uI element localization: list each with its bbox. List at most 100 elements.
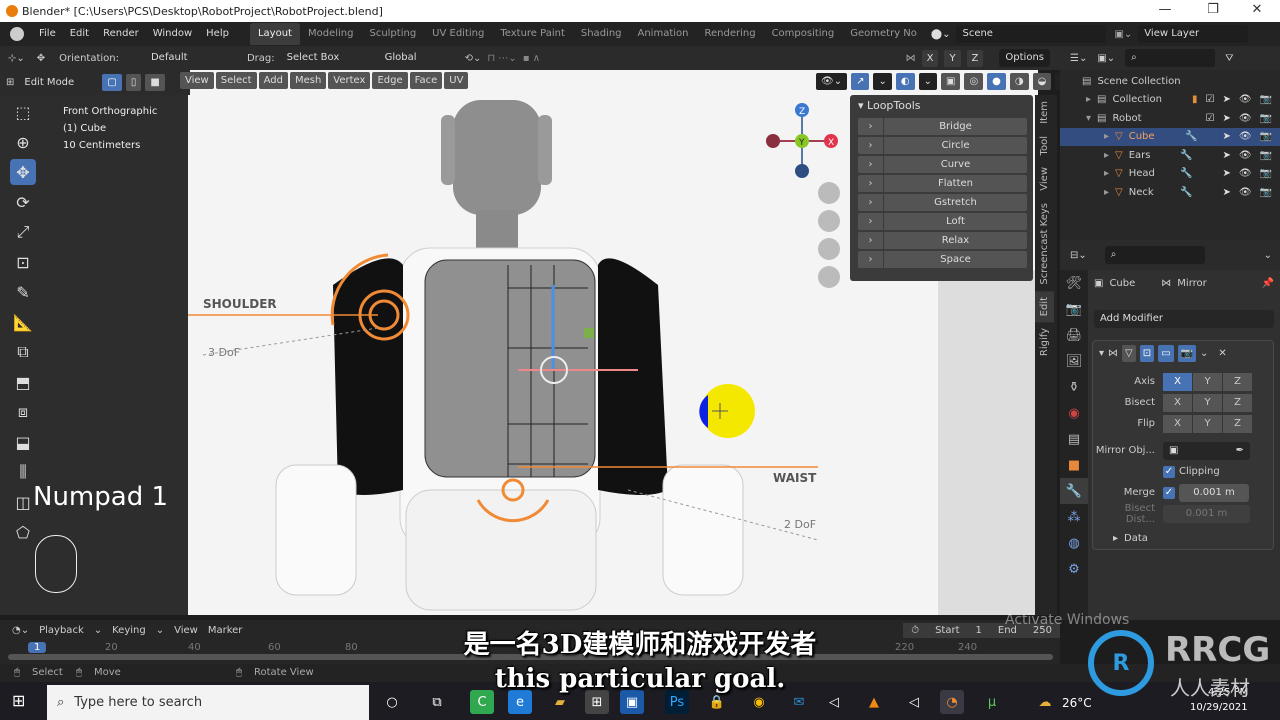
material-shading-icon[interactable]: ◑: [1009, 73, 1029, 90]
menu-file[interactable]: File: [32, 22, 63, 46]
outliner-row-head[interactable]: ▸ ▽ Head 🔧 ➤ 👁 📷: [1060, 165, 1280, 184]
rotate-tool-icon[interactable]: ⟳: [10, 189, 36, 215]
outliner-display-mode-icon[interactable]: ☰⌄: [1070, 53, 1087, 64]
properties-editor-type-icon[interactable]: ⊟⌄: [1070, 250, 1087, 261]
workspace-tab-shading[interactable]: Shading: [573, 23, 630, 45]
view-layer-selector[interactable]: View Layer: [1138, 25, 1249, 43]
outliner-row-cube[interactable]: ▸ ▽ Cube 🔧 ➤ 👁 📷: [1060, 127, 1280, 146]
properties-search-input[interactable]: ⌕: [1104, 246, 1205, 264]
move-tool-icon[interactable]: ✥: [10, 159, 36, 185]
rendered-shading-icon[interactable]: ◒: [1032, 73, 1052, 90]
looptools-circle[interactable]: › Circle: [858, 137, 1027, 154]
clipping-checkbox[interactable]: ✓: [1163, 465, 1175, 478]
outliner-row-robot[interactable]: ▾ ▤ Robot ☑ ➤ 👁 📷: [1060, 109, 1280, 128]
output-properties-tab-icon[interactable]: 🖨: [1060, 322, 1088, 348]
properties-options-icon[interactable]: ⌄: [1264, 250, 1272, 261]
add-modifier-dropdown[interactable]: Add Modifier: [1094, 310, 1274, 328]
annotate-tool-icon[interactable]: ✎: [10, 279, 36, 305]
overlay-toggle-icon[interactable]: ◐: [895, 73, 915, 90]
collapse-icon[interactable]: ▾: [1099, 348, 1104, 359]
render-properties-tab-icon[interactable]: 📷: [1060, 296, 1088, 322]
select-box-tool-icon[interactable]: ⬚: [10, 99, 36, 125]
tool-icon[interactable]: ⊹⌄: [8, 53, 25, 64]
workspace-tab-compositing[interactable]: Compositing: [764, 23, 843, 45]
looptools-space[interactable]: › Space: [858, 251, 1027, 268]
weather-temp[interactable]: 26°C: [1062, 696, 1092, 710]
mirror-x-toggle[interactable]: X: [921, 49, 939, 67]
sidebar-tab-tool[interactable]: Tool: [1035, 130, 1054, 161]
cursor-tool-icon[interactable]: ⊕: [10, 129, 36, 155]
viewport-menu-select[interactable]: Select: [215, 72, 257, 89]
edit-cage-toggle[interactable]: ▽: [1122, 344, 1136, 362]
inset-tool-icon[interactable]: ⧈: [10, 399, 36, 425]
options-dropdown[interactable]: Options: [999, 49, 1050, 67]
bevel-tool-icon[interactable]: ⬓: [10, 429, 36, 455]
mode-dropdown[interactable]: Edit Mode: [18, 73, 99, 92]
transform-orientation-dropdown[interactable]: Global: [378, 49, 459, 67]
viewport-menu-view[interactable]: View: [180, 72, 214, 89]
modifier-menu-icon[interactable]: ⌄: [1200, 348, 1208, 359]
measure-tool-icon[interactable]: 📐: [10, 309, 36, 335]
sidebar-tab-item[interactable]: Item: [1035, 95, 1054, 130]
pivot-icon[interactable]: ⟲⌄: [465, 53, 482, 64]
vertex-select-mode-button[interactable]: ▢: [102, 74, 122, 91]
sidebar-tab-screencast-keys[interactable]: Screencast Keys: [1035, 197, 1054, 291]
outliner-row-ears[interactable]: ▸ ▽ Ears 🔧 ➤ 👁 📷: [1060, 146, 1280, 165]
outliner-scene-collection[interactable]: ▤ Scene Collection: [1060, 72, 1280, 91]
snap-icon[interactable]: ⊓ ⋯⌄: [487, 53, 516, 64]
extrude-tool-icon[interactable]: ⬒: [10, 369, 36, 395]
clock-date[interactable]: 10/29/2021: [1190, 702, 1248, 713]
workspace-tab-animation[interactable]: Animation: [630, 23, 697, 45]
flip-x-toggle[interactable]: X: [1163, 414, 1192, 433]
edge-select-mode-button[interactable]: ▯: [125, 74, 142, 91]
mirror-y-toggle[interactable]: Y: [944, 49, 961, 67]
looptools-curve[interactable]: › Curve: [858, 156, 1027, 173]
workspace-tab-sculpting[interactable]: Sculpting: [361, 23, 424, 45]
maximize-button[interactable]: ❐: [1190, 0, 1236, 22]
axis-y-toggle[interactable]: Y: [1193, 372, 1222, 391]
collection-properties-tab-icon[interactable]: ▤: [1060, 426, 1088, 452]
view-layer-icon[interactable]: ▣⌄: [1114, 29, 1132, 40]
remove-modifier-icon[interactable]: ✕: [1218, 348, 1226, 359]
pin-icon[interactable]: 📌: [1262, 278, 1274, 289]
face-select-mode-button[interactable]: ■: [145, 74, 165, 91]
viewport-menu-uv[interactable]: UV: [444, 72, 469, 89]
poly-build-tool-icon[interactable]: ⬠: [10, 519, 36, 545]
minimize-button[interactable]: —: [1142, 0, 1188, 22]
looptools-flatten[interactable]: › Flatten: [858, 175, 1027, 192]
viewport-menu-edge[interactable]: Edge: [372, 72, 408, 89]
data-subpanel-header[interactable]: ▸ Data: [1093, 528, 1273, 549]
sidebar-tab-view[interactable]: View: [1035, 161, 1054, 197]
add-cube-tool-icon[interactable]: ⧉: [10, 339, 36, 365]
close-button[interactable]: ✕: [1234, 0, 1280, 22]
orientation-dropdown[interactable]: Default: [144, 49, 233, 67]
object-properties-tab-icon[interactable]: ■: [1060, 452, 1088, 478]
looptools-loft[interactable]: › Loft: [858, 213, 1027, 230]
flip-y-toggle[interactable]: Y: [1193, 414, 1222, 433]
gizmo-toggle-icon[interactable]: ↗: [851, 73, 870, 90]
looptools-relax[interactable]: › Relax: [858, 232, 1027, 249]
solid-shading-icon[interactable]: ●: [987, 73, 1006, 90]
outliner-row-neck[interactable]: ▸ ▽ Neck 🔧 ➤ 👁 📷: [1060, 183, 1280, 202]
merge-distance-field[interactable]: 0.001 m: [1179, 483, 1249, 502]
sidebar-tab-rigify[interactable]: Rigify: [1035, 322, 1054, 362]
menu-help[interactable]: Help: [199, 22, 236, 46]
proportional-edit-icon[interactable]: ▪ ∧: [523, 53, 540, 64]
flip-z-toggle[interactable]: Z: [1223, 414, 1252, 433]
bisect-y-toggle[interactable]: Y: [1193, 393, 1222, 412]
drag-dropdown[interactable]: Select Box: [280, 49, 361, 67]
world-properties-tab-icon[interactable]: ◉: [1060, 400, 1088, 426]
outliner-row-collection[interactable]: ▸ ▤ Collection ▮ ☑ ➤ 👁 📷: [1060, 91, 1280, 110]
tool-properties-tab-icon[interactable]: 🛠: [1060, 270, 1088, 296]
mirror-z-toggle[interactable]: Z: [966, 49, 984, 67]
menu-edit[interactable]: Edit: [63, 22, 96, 46]
viewport-menu-vertex[interactable]: Vertex: [328, 72, 371, 89]
visibility-icon[interactable]: 👁⌄: [816, 73, 848, 90]
modifier-properties-tab-icon[interactable]: 🔧: [1060, 478, 1088, 504]
editor-type-icon[interactable]: ⊞: [6, 77, 14, 88]
scene-icon[interactable]: ⬤⌄: [931, 29, 951, 40]
blender-menu-icon[interactable]: [10, 27, 24, 41]
viewport-menu-mesh[interactable]: Mesh: [289, 72, 327, 89]
looptools-gstretch[interactable]: › Gstretch: [858, 194, 1027, 211]
sidebar-tab-edit[interactable]: Edit: [1035, 290, 1054, 322]
